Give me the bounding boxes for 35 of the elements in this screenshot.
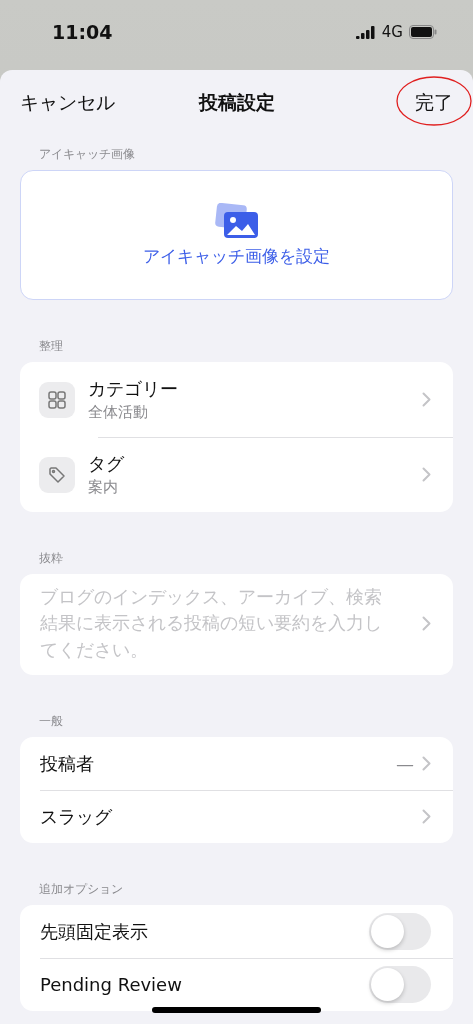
sheet-title: 投稿設定 xyxy=(198,90,275,115)
settings-row[interactable]: カテゴリー 全体活動 xyxy=(20,362,453,437)
section-header: 追加オプション xyxy=(38,881,124,899)
section-header: 抜粋 xyxy=(38,550,64,567)
settings-row[interactable]: 投稿者 — xyxy=(20,737,453,791)
status-time: 11:04 xyxy=(52,21,113,43)
row-value: — xyxy=(396,753,414,775)
section-header: アイキャッチ画像 xyxy=(38,146,136,163)
chevron-icon xyxy=(422,616,431,632)
section-header: 整理 xyxy=(38,338,64,355)
row-title: カテゴリー xyxy=(88,377,179,401)
image-icon xyxy=(213,202,260,239)
chevron-icon xyxy=(422,467,431,482)
tag-icon xyxy=(48,465,66,484)
grid-icon xyxy=(48,390,66,409)
settings-row[interactable]: タグ 案内 xyxy=(20,437,453,512)
toggle-switch[interactable] xyxy=(369,966,431,1004)
settings-row[interactable]: スラッグ xyxy=(20,790,453,844)
signal-icon xyxy=(355,25,376,39)
network-label: 4G xyxy=(381,23,403,41)
toggle-switch[interactable] xyxy=(369,913,431,951)
cancel-button[interactable]: キャンセル xyxy=(20,90,115,116)
section-header: 一般 xyxy=(38,713,64,731)
chevron-icon xyxy=(422,809,431,825)
row-title: 投稿者 xyxy=(40,751,95,776)
row-subtitle: 案内 xyxy=(88,478,119,497)
chevron-icon xyxy=(422,756,431,772)
row-title: Pending Review xyxy=(40,974,183,996)
featured-image-button[interactable]: アイキャッチ画像を設定 xyxy=(20,170,453,300)
row-title: 先頭固定表示 xyxy=(40,919,149,944)
chevron-icon xyxy=(422,392,431,407)
row-title: スラッグ xyxy=(40,804,113,829)
battery-icon xyxy=(409,25,437,39)
row-subtitle: 全体活動 xyxy=(88,403,149,422)
row-title: タグ xyxy=(88,452,125,476)
